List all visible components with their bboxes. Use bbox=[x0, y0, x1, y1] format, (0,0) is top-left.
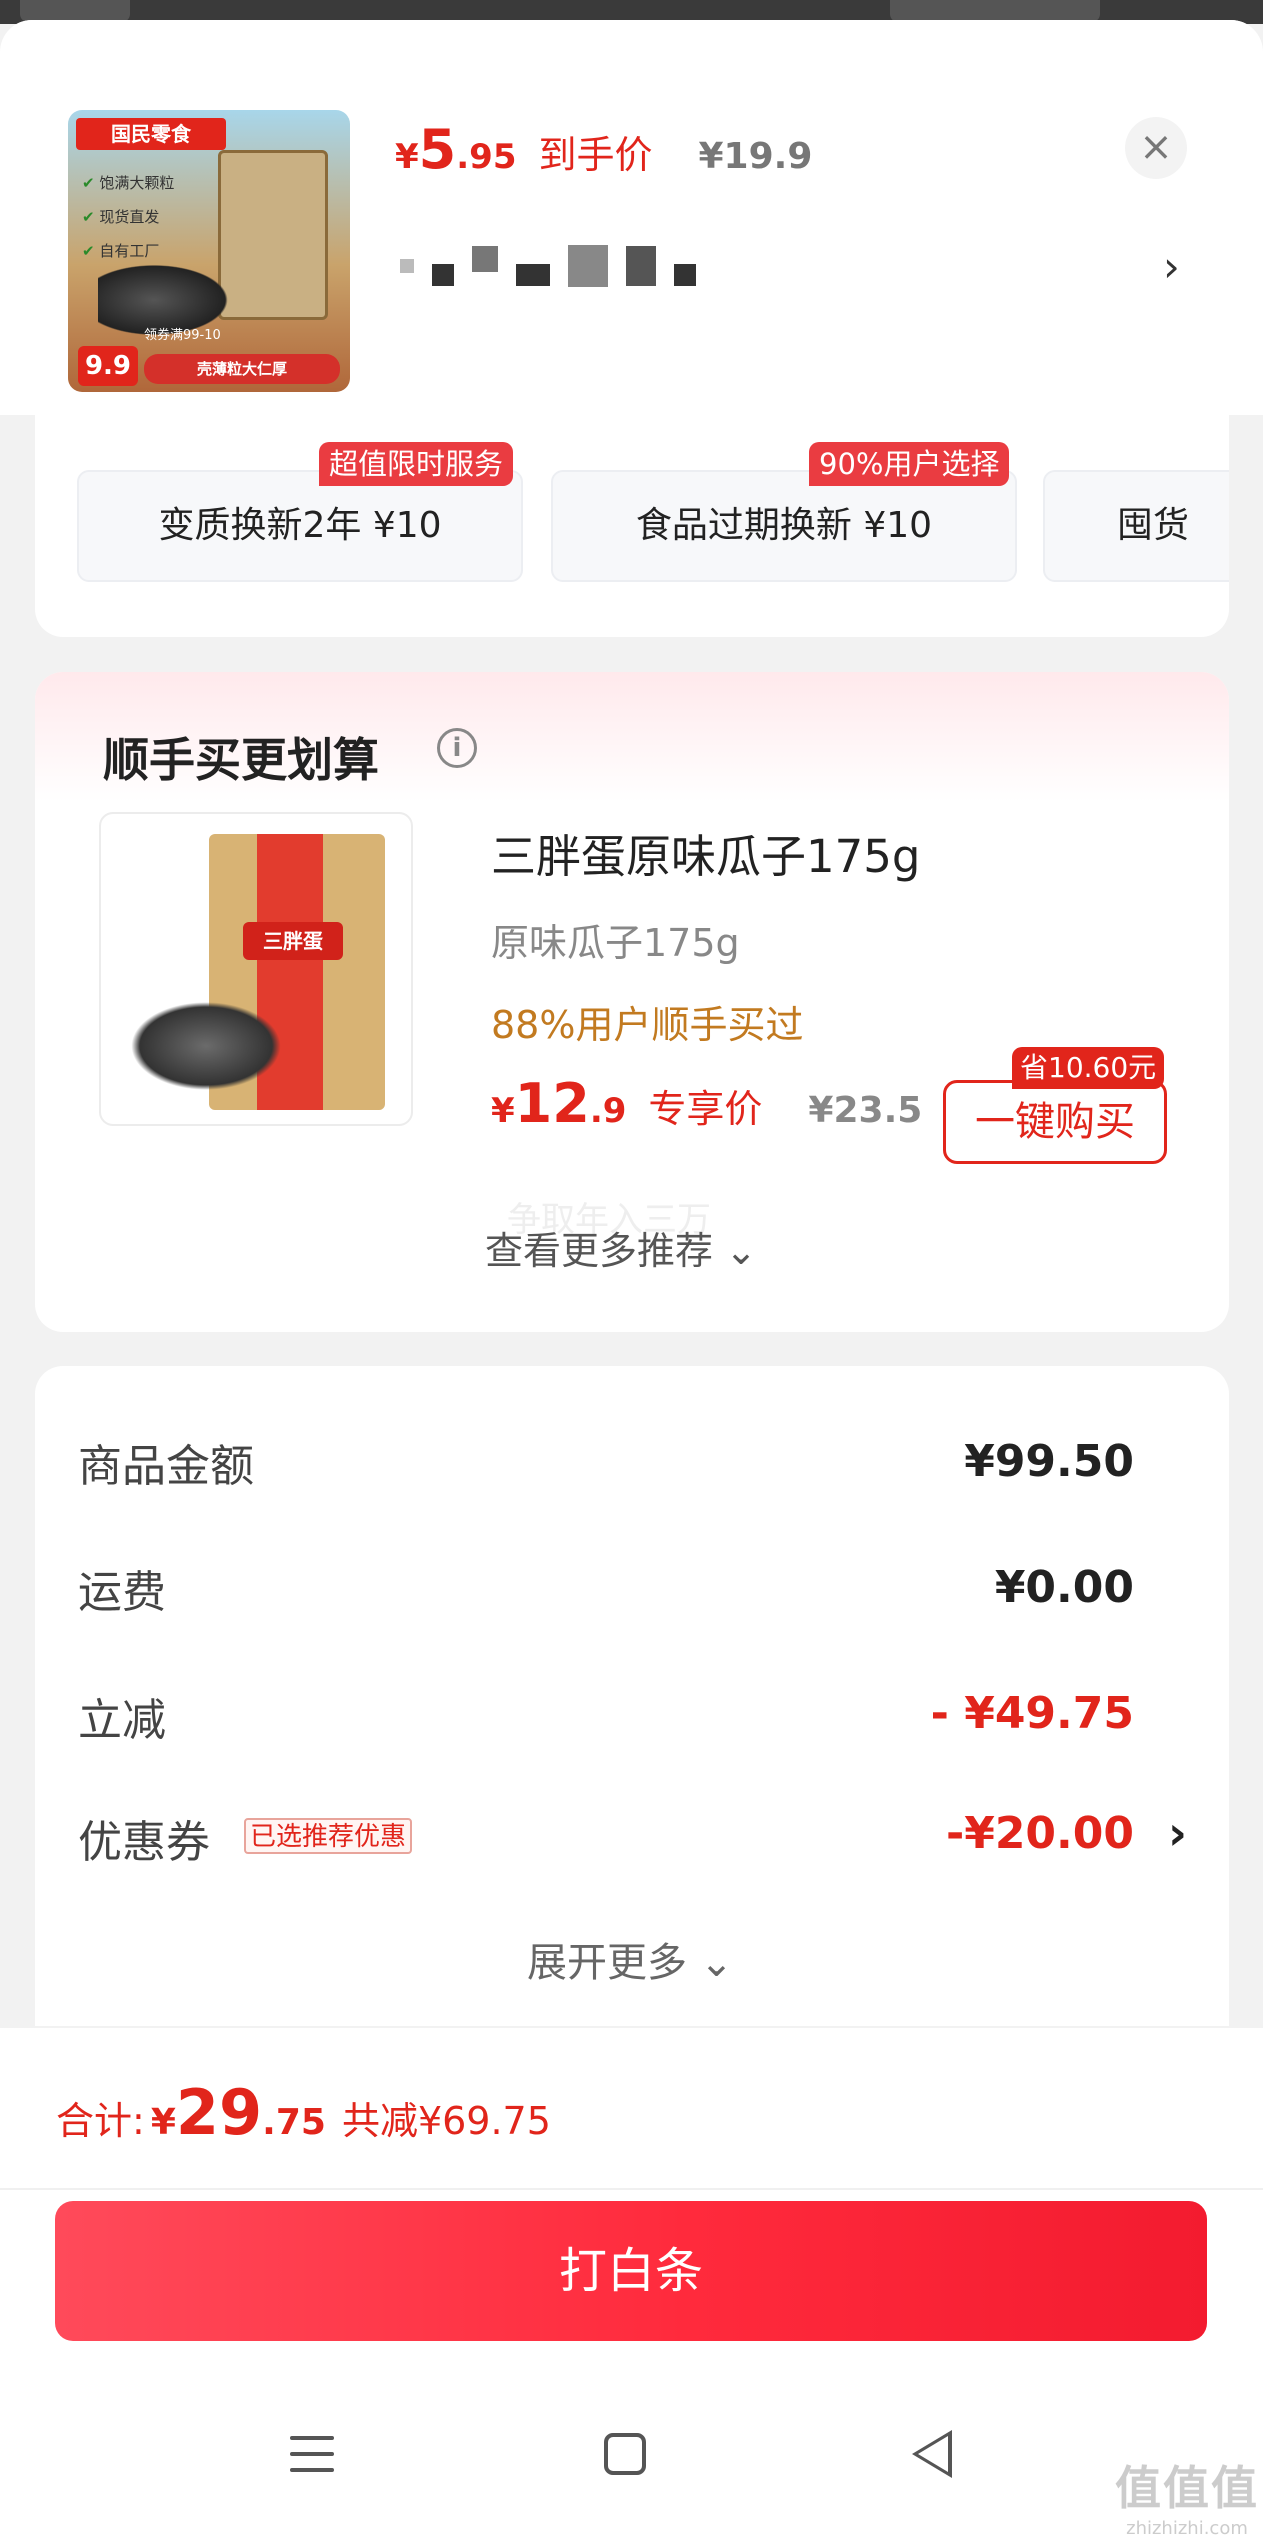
thumb-bullet: 现货直发 bbox=[82, 200, 174, 234]
watermark-logo: 值值值 bbox=[1115, 2461, 1259, 2515]
thumb-bullet: 饱满大颗粒 bbox=[82, 166, 174, 200]
brand-label: 国民零食 bbox=[76, 118, 226, 150]
price-yen: ¥ bbox=[491, 1091, 515, 1131]
price-int: 5 bbox=[418, 118, 457, 181]
thumb-price: 9.9 bbox=[78, 346, 138, 386]
blur-block bbox=[400, 259, 414, 273]
coupon-recommended-tag: 已选推荐优惠 bbox=[244, 1818, 413, 1854]
discount-value: - ¥49.75 bbox=[930, 1688, 1134, 1739]
blur-block bbox=[626, 246, 656, 286]
blur-block bbox=[516, 264, 550, 286]
pay-button[interactable]: 打白条 bbox=[55, 2201, 1207, 2341]
price-int: 12 bbox=[514, 1072, 590, 1135]
thumb-bullets: 饱满大颗粒 现货直发 自有工厂 bbox=[82, 166, 174, 268]
one-click-buy-button[interactable]: 一键购买 bbox=[943, 1080, 1167, 1164]
product-price: ¥ 5 .95 到手价 ¥19.9 bbox=[395, 118, 813, 181]
total-yen: ¥ bbox=[150, 2102, 176, 2143]
total-reduce: 共减¥69.75 bbox=[341, 2099, 551, 2143]
system-navbar bbox=[0, 2408, 1263, 2508]
total-dec: .75 bbox=[262, 2102, 326, 2143]
bundle-recommendation: 顺手买更划算 i 三胖蛋 三胖蛋原味瓜子175g 原味瓜子175g 88%用户顺… bbox=[35, 672, 1229, 1332]
blur-block bbox=[674, 264, 696, 286]
top-nav-fragment bbox=[890, 0, 1100, 22]
total-int: 29 bbox=[175, 2076, 263, 2149]
bundle-title: 顺手买更划算 bbox=[103, 733, 379, 787]
goods-amount-label: 商品金额 bbox=[78, 1441, 254, 1492]
service-badge: 90%用户选择 bbox=[809, 442, 1010, 486]
chevron-right-icon[interactable]: › bbox=[1163, 242, 1180, 291]
watermark: 值值值 zhizhizhi.com bbox=[1115, 2452, 1259, 2539]
menu-icon[interactable] bbox=[290, 2436, 334, 2476]
divider bbox=[0, 2188, 1263, 2190]
original-price: ¥23.5 bbox=[808, 1090, 923, 1131]
bundle-users-bought: 88%用户顺手买过 bbox=[491, 1003, 804, 1047]
thumb-ribbon: 壳薄粒大仁厚 bbox=[144, 354, 340, 384]
info-icon[interactable]: i bbox=[437, 728, 477, 768]
selected-spec-blurred[interactable] bbox=[400, 240, 696, 292]
total-line: 合计: ¥ 29 .75 共减¥69.75 bbox=[56, 2076, 551, 2149]
chevron-right-icon[interactable]: › bbox=[1168, 1806, 1187, 1860]
total-label: 合计: bbox=[56, 2099, 145, 2143]
service-option[interactable]: 囤货 bbox=[1043, 470, 1229, 582]
back-icon[interactable] bbox=[912, 2430, 952, 2478]
service-badge: 超值限时服务 bbox=[319, 442, 514, 486]
watermark-url: zhizhizhi.com bbox=[1126, 2518, 1248, 2539]
bundle-price: ¥ 12 .9 专享价 ¥23.5 bbox=[491, 1072, 922, 1135]
goods-amount-value: ¥99.50 bbox=[964, 1436, 1134, 1487]
service-option-label: 食品过期换新 ¥10 bbox=[635, 505, 933, 546]
bundle-product-name[interactable]: 三胖蛋原味瓜子175g bbox=[491, 820, 920, 885]
top-nav-fragment bbox=[20, 0, 130, 22]
price-dec: .95 bbox=[456, 137, 517, 177]
close-button[interactable]: × bbox=[1125, 117, 1187, 179]
service-option-label: 变质换新2年 ¥10 bbox=[158, 505, 442, 546]
home-icon[interactable] bbox=[604, 2433, 646, 2475]
shipping-value: ¥0.00 bbox=[994, 1562, 1134, 1613]
expand-more-link[interactable]: 展开更多 ⌄ bbox=[527, 1930, 733, 1988]
bag-logo: 三胖蛋 bbox=[243, 922, 343, 960]
checkout-footer: 合计: ¥ 29 .75 共减¥69.75 打白条 bbox=[0, 2028, 1263, 2539]
seeds-image bbox=[121, 996, 291, 1096]
price-label: 专享价 bbox=[648, 1087, 763, 1131]
service-option[interactable]: 食品过期换新 ¥10 90%用户选择 bbox=[551, 442, 1017, 582]
save-badge: 省10.60元 bbox=[1012, 1047, 1165, 1089]
coupon-value[interactable]: -¥20.00 bbox=[946, 1808, 1134, 1859]
bundle-product-image[interactable]: 三胖蛋 bbox=[99, 812, 413, 1126]
original-price: ¥19.9 bbox=[698, 136, 813, 177]
discount-label: 立减 bbox=[78, 1695, 166, 1746]
close-icon: × bbox=[1139, 124, 1173, 170]
service-options: 变质换新2年 ¥10 超值限时服务 食品过期换新 ¥10 90%用户选择 囤货 bbox=[35, 415, 1229, 637]
bundle-product-spec: 原味瓜子175g bbox=[491, 921, 740, 965]
thumb-strip: 领券满99-10 bbox=[144, 328, 221, 343]
service-option-label: 囤货 bbox=[1117, 505, 1190, 546]
product-thumbnail: 国民零食 饱满大颗粒 现货直发 自有工厂 领券满99-10 9.9 壳薄粒大仁厚 bbox=[68, 110, 350, 392]
price-yen: ¥ bbox=[395, 137, 419, 177]
blur-block bbox=[472, 246, 498, 272]
coupon-label[interactable]: 优惠券 bbox=[78, 1806, 210, 1870]
price-label: 到手价 bbox=[538, 133, 653, 177]
blur-block bbox=[568, 245, 608, 287]
price-dec: .9 bbox=[589, 1091, 627, 1131]
product-header: 国民零食 饱满大颗粒 现货直发 自有工厂 领券满99-10 9.9 壳薄粒大仁厚… bbox=[0, 20, 1263, 415]
more-recommendations-link[interactable]: 查看更多推荐 ⌄ bbox=[485, 1220, 757, 1275]
service-option[interactable]: 变质换新2年 ¥10 超值限时服务 bbox=[77, 442, 523, 582]
price-summary: 商品金额 ¥99.50 运费 ¥0.00 立减 - ¥49.75 优惠券 已选推… bbox=[35, 1366, 1229, 2026]
blur-block bbox=[432, 264, 454, 286]
shipping-label: 运费 bbox=[78, 1567, 166, 1618]
